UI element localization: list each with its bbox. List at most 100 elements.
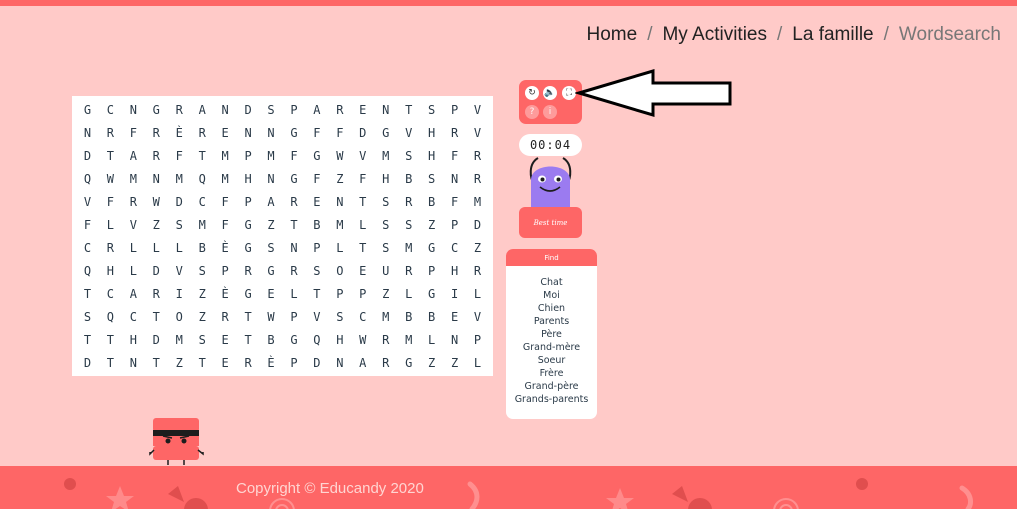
grid-cell[interactable]: A bbox=[351, 351, 374, 374]
breadcrumb-home-link[interactable]: Home bbox=[587, 24, 638, 46]
grid-cell[interactable]: P bbox=[237, 144, 260, 167]
grid-cell[interactable]: V bbox=[168, 259, 191, 282]
grid-cell[interactable]: N bbox=[76, 121, 99, 144]
grid-cell[interactable]: P bbox=[351, 282, 374, 305]
grid-cell[interactable]: Q bbox=[99, 305, 122, 328]
grid-cell[interactable]: R bbox=[283, 259, 306, 282]
grid-cell[interactable]: N bbox=[122, 98, 145, 121]
grid-cell[interactable]: D bbox=[305, 351, 328, 374]
grid-cell[interactable]: S bbox=[420, 167, 443, 190]
grid-cell[interactable]: W bbox=[99, 167, 122, 190]
grid-cell[interactable]: M bbox=[374, 144, 397, 167]
grid-cell[interactable]: L bbox=[283, 282, 306, 305]
grid-cell[interactable]: F bbox=[76, 213, 99, 236]
grid-cell[interactable]: R bbox=[191, 121, 214, 144]
grid-cell[interactable]: Q bbox=[76, 259, 99, 282]
grid-cell[interactable]: N bbox=[328, 351, 351, 374]
grid-cell[interactable]: S bbox=[260, 98, 283, 121]
grid-cell[interactable]: O bbox=[328, 259, 351, 282]
grid-cell[interactable]: B bbox=[420, 190, 443, 213]
grid-cell[interactable]: M bbox=[374, 305, 397, 328]
grid-cell[interactable]: V bbox=[397, 121, 420, 144]
grid-cell[interactable]: L bbox=[99, 213, 122, 236]
grid-cell[interactable]: G bbox=[420, 236, 443, 259]
grid-cell[interactable]: R bbox=[397, 259, 420, 282]
grid-cell[interactable]: L bbox=[397, 282, 420, 305]
grid-cell[interactable]: S bbox=[374, 190, 397, 213]
grid-cell[interactable]: L bbox=[328, 236, 351, 259]
grid-cell[interactable]: G bbox=[237, 282, 260, 305]
grid-cell[interactable]: M bbox=[122, 167, 145, 190]
grid-cell[interactable]: È bbox=[214, 236, 237, 259]
grid-cell[interactable]: N bbox=[283, 236, 306, 259]
grid-cell[interactable]: G bbox=[283, 167, 306, 190]
grid-cell[interactable]: N bbox=[328, 190, 351, 213]
grid-cell[interactable]: M bbox=[214, 144, 237, 167]
grid-cell[interactable]: L bbox=[122, 236, 145, 259]
grid-cell[interactable]: T bbox=[351, 236, 374, 259]
grid-cell[interactable]: H bbox=[420, 121, 443, 144]
breadcrumb-la-famille-link[interactable]: La famille bbox=[792, 24, 873, 46]
grid-cell[interactable]: S bbox=[374, 213, 397, 236]
grid-cell[interactable]: W bbox=[351, 328, 374, 351]
grid-cell[interactable]: T bbox=[76, 282, 99, 305]
grid-cell[interactable]: M bbox=[466, 190, 489, 213]
grid-cell[interactable]: E bbox=[214, 121, 237, 144]
grid-cell[interactable]: G bbox=[374, 121, 397, 144]
grid-cell[interactable]: P bbox=[443, 98, 466, 121]
sound-icon[interactable]: 🔈 bbox=[543, 86, 557, 100]
grid-cell[interactable]: T bbox=[237, 328, 260, 351]
breadcrumb-my-activities-link[interactable]: My Activities bbox=[662, 24, 767, 46]
grid-cell[interactable]: C bbox=[99, 98, 122, 121]
grid-cell[interactable]: D bbox=[145, 259, 168, 282]
grid-cell[interactable]: T bbox=[351, 190, 374, 213]
grid-cell[interactable]: F bbox=[305, 167, 328, 190]
grid-cell[interactable]: È bbox=[168, 121, 191, 144]
grid-cell[interactable]: C bbox=[76, 236, 99, 259]
grid-cell[interactable]: I bbox=[443, 282, 466, 305]
grid-cell[interactable]: N bbox=[260, 121, 283, 144]
grid-cell[interactable]: L bbox=[145, 236, 168, 259]
grid-cell[interactable]: F bbox=[351, 167, 374, 190]
grid-cell[interactable]: R bbox=[122, 190, 145, 213]
grid-cell[interactable]: N bbox=[237, 121, 260, 144]
grid-cell[interactable]: E bbox=[351, 259, 374, 282]
grid-cell[interactable]: V bbox=[466, 98, 489, 121]
grid-cell[interactable]: F bbox=[214, 213, 237, 236]
grid-cell[interactable]: F bbox=[443, 144, 466, 167]
grid-cell[interactable]: E bbox=[351, 98, 374, 121]
grid-cell[interactable]: D bbox=[351, 121, 374, 144]
grid-cell[interactable]: G bbox=[237, 213, 260, 236]
grid-cell[interactable]: C bbox=[99, 282, 122, 305]
grid-cell[interactable]: D bbox=[168, 190, 191, 213]
grid-cell[interactable]: P bbox=[466, 328, 489, 351]
grid-cell[interactable]: P bbox=[237, 190, 260, 213]
grid-cell[interactable]: T bbox=[145, 305, 168, 328]
grid-cell[interactable]: Z bbox=[466, 236, 489, 259]
grid-cell[interactable]: L bbox=[122, 259, 145, 282]
wordsearch-grid[interactable]: GCNGRANDSPARENTSPVNRFRÈRENNGFFDGVHRVDTAR… bbox=[72, 96, 493, 376]
grid-cell[interactable]: È bbox=[214, 282, 237, 305]
grid-cell[interactable]: M bbox=[214, 167, 237, 190]
grid-cell[interactable]: B bbox=[397, 167, 420, 190]
grid-cell[interactable]: M bbox=[260, 144, 283, 167]
grid-cell[interactable]: R bbox=[466, 167, 489, 190]
grid-cell[interactable]: E bbox=[214, 351, 237, 374]
grid-cell[interactable]: Z bbox=[145, 213, 168, 236]
grid-cell[interactable]: R bbox=[283, 190, 306, 213]
grid-cell[interactable]: R bbox=[99, 236, 122, 259]
grid-cell[interactable]: D bbox=[76, 351, 99, 374]
restart-icon[interactable]: ↻ bbox=[525, 86, 539, 100]
grid-cell[interactable]: M bbox=[168, 328, 191, 351]
grid-cell[interactable]: S bbox=[260, 236, 283, 259]
grid-cell[interactable]: H bbox=[420, 144, 443, 167]
grid-cell[interactable]: E bbox=[260, 282, 283, 305]
grid-cell[interactable]: F bbox=[443, 190, 466, 213]
grid-cell[interactable]: S bbox=[397, 213, 420, 236]
grid-cell[interactable]: R bbox=[466, 144, 489, 167]
grid-cell[interactable]: P bbox=[283, 98, 306, 121]
grid-cell[interactable]: D bbox=[237, 98, 260, 121]
grid-cell[interactable]: N bbox=[214, 98, 237, 121]
grid-cell[interactable]: T bbox=[191, 351, 214, 374]
grid-cell[interactable]: F bbox=[214, 190, 237, 213]
